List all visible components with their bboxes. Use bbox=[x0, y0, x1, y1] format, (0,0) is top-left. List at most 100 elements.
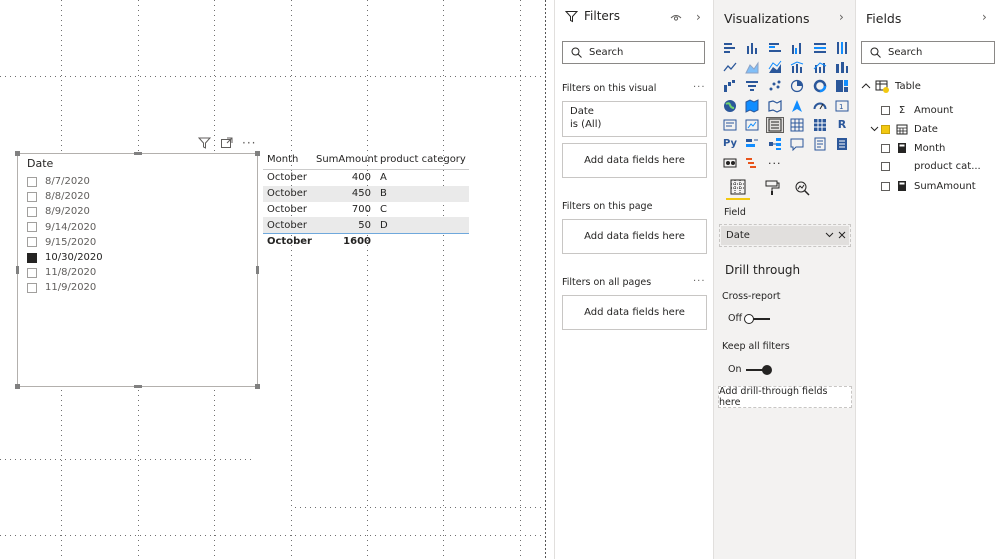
checkbox[interactable] bbox=[27, 237, 37, 248]
date-slicer[interactable]: Date 8/7/2020 8/8/2020 8/9/2020 9/14/202… bbox=[15, 151, 260, 389]
slicer-item[interactable]: 11/9/2020 bbox=[27, 280, 103, 295]
clustered-bar-icon[interactable] bbox=[766, 40, 784, 56]
cross-report-toggle[interactable]: Off bbox=[728, 313, 771, 324]
azure-map-icon[interactable] bbox=[788, 98, 806, 114]
python-visual-icon[interactable]: Py bbox=[721, 136, 739, 152]
checkbox[interactable] bbox=[881, 143, 890, 153]
eye-icon[interactable] bbox=[670, 13, 682, 23]
chevron-down-icon[interactable] bbox=[870, 126, 879, 132]
field-item-month[interactable]: Month bbox=[881, 139, 945, 157]
filter-card-date[interactable]: Date is (All) bbox=[562, 101, 707, 137]
more-options-icon[interactable]: ··· bbox=[693, 82, 706, 93]
smart-narrative-icon[interactable] bbox=[811, 136, 829, 152]
chevron-down-icon[interactable] bbox=[825, 232, 834, 238]
more-visuals-icon[interactable]: ··· bbox=[766, 155, 784, 171]
card-icon[interactable]: 1 bbox=[833, 98, 851, 114]
drill-through-drop-zone[interactable]: Add drill-through fields here bbox=[718, 386, 852, 408]
resize-handle[interactable] bbox=[256, 266, 259, 274]
checkbox[interactable] bbox=[27, 206, 37, 217]
table-row[interactable]: October 400 A bbox=[263, 170, 469, 186]
focus-mode-icon[interactable] bbox=[220, 137, 233, 149]
add-fields-drop-zone[interactable]: Add data fields here bbox=[562, 143, 707, 178]
table-icon[interactable] bbox=[788, 117, 806, 133]
slicer-item[interactable]: 11/8/2020 bbox=[27, 265, 103, 280]
power-apps-icon[interactable] bbox=[721, 155, 739, 171]
donut-chart-icon[interactable] bbox=[811, 78, 829, 94]
qa-icon[interactable] bbox=[788, 136, 806, 152]
chevron-up-icon[interactable] bbox=[861, 82, 871, 90]
paginated-report-icon[interactable] bbox=[833, 136, 851, 152]
slicer-item[interactable]: 10/30/2020 bbox=[27, 250, 103, 265]
stacked-area-icon[interactable] bbox=[766, 59, 784, 75]
chevron-right-icon[interactable]: › bbox=[696, 10, 701, 24]
matrix-icon[interactable] bbox=[811, 117, 829, 133]
kpi-icon[interactable] bbox=[743, 117, 761, 133]
r-visual-icon[interactable]: R bbox=[833, 117, 851, 133]
table-row[interactable]: October 450 B bbox=[263, 185, 469, 202]
resize-handle[interactable] bbox=[134, 152, 142, 155]
treemap-icon[interactable] bbox=[833, 78, 851, 94]
add-fields-drop-zone[interactable]: Add data fields here bbox=[562, 295, 707, 330]
resize-handle[interactable] bbox=[16, 266, 19, 274]
chevron-right-icon[interactable]: › bbox=[839, 10, 844, 24]
table-visual[interactable]: Month SumAmount product category October… bbox=[263, 150, 469, 249]
report-canvas[interactable]: ··· Date 8/7/2020 8/8/2020 8/9/2020 9/14… bbox=[0, 0, 545, 559]
close-icon[interactable] bbox=[838, 231, 846, 239]
decomposition-tree-icon[interactable] bbox=[766, 136, 784, 152]
field-item-date[interactable]: Date bbox=[870, 120, 938, 138]
line-stacked-column-icon[interactable] bbox=[811, 59, 829, 75]
funnel-icon[interactable] bbox=[743, 78, 761, 94]
slicer-item[interactable]: 8/7/2020 bbox=[27, 174, 103, 189]
field-item-sumamount[interactable]: SumAmount bbox=[881, 177, 976, 195]
format-visual-tab[interactable] bbox=[760, 176, 784, 200]
filter-icon[interactable] bbox=[198, 137, 211, 149]
field-item-product-category[interactable]: product cat... bbox=[881, 157, 981, 175]
100-stacked-column-icon[interactable] bbox=[833, 40, 851, 56]
checkbox[interactable] bbox=[27, 267, 37, 278]
checkbox[interactable] bbox=[881, 105, 890, 115]
fields-search-input[interactable]: Search bbox=[861, 41, 995, 64]
add-fields-drop-zone[interactable]: Add data fields here bbox=[562, 219, 707, 254]
100-stacked-bar-icon[interactable] bbox=[811, 40, 829, 56]
column-header[interactable]: product category bbox=[376, 154, 469, 165]
stacked-bar-icon[interactable] bbox=[721, 40, 739, 56]
slicer-item[interactable]: 8/8/2020 bbox=[27, 189, 103, 204]
filled-map-icon[interactable] bbox=[743, 98, 761, 114]
analytics-tab[interactable] bbox=[790, 176, 814, 200]
gauge-icon[interactable] bbox=[811, 98, 829, 114]
power-automate-icon[interactable] bbox=[743, 155, 761, 171]
stacked-column-icon[interactable] bbox=[743, 40, 761, 56]
key-influencers-icon[interactable] bbox=[743, 136, 761, 152]
table-node[interactable]: Table bbox=[861, 77, 921, 95]
clustered-column-icon[interactable] bbox=[788, 40, 806, 56]
more-options-icon[interactable]: ··· bbox=[693, 276, 706, 287]
filters-search-input[interactable]: Search bbox=[562, 41, 705, 64]
checkbox[interactable] bbox=[881, 161, 890, 171]
field-chip-date[interactable]: Date bbox=[721, 226, 849, 245]
checkbox[interactable] bbox=[881, 181, 890, 191]
table-row[interactable]: October 50 D bbox=[263, 217, 469, 234]
checkbox-checked[interactable] bbox=[881, 124, 890, 134]
map-icon[interactable] bbox=[721, 98, 739, 114]
resize-handle[interactable] bbox=[15, 384, 20, 389]
line-clustered-column-icon[interactable] bbox=[788, 59, 806, 75]
field-item-amount[interactable]: Σ Amount bbox=[881, 101, 953, 119]
shape-map-icon[interactable] bbox=[766, 98, 784, 114]
scatter-chart-icon[interactable] bbox=[766, 78, 784, 94]
keep-all-filters-toggle[interactable]: On bbox=[728, 364, 772, 375]
resize-handle[interactable] bbox=[255, 151, 260, 156]
chevron-right-icon[interactable]: › bbox=[982, 10, 987, 24]
resize-handle[interactable] bbox=[15, 151, 20, 156]
checkbox[interactable] bbox=[27, 176, 37, 187]
column-header[interactable]: SumAmount bbox=[311, 154, 378, 165]
build-visual-tab[interactable] bbox=[726, 176, 750, 200]
multi-row-card-icon[interactable] bbox=[721, 117, 739, 133]
slicer-item[interactable]: 8/9/2020 bbox=[27, 204, 103, 219]
field-well[interactable]: Date bbox=[719, 224, 851, 247]
checkbox-checked[interactable] bbox=[27, 252, 37, 263]
more-options-icon[interactable]: ··· bbox=[242, 136, 256, 150]
checkbox[interactable] bbox=[27, 222, 37, 233]
ribbon-chart-icon[interactable] bbox=[833, 59, 851, 75]
checkbox[interactable] bbox=[27, 282, 37, 293]
resize-handle[interactable] bbox=[255, 384, 260, 389]
